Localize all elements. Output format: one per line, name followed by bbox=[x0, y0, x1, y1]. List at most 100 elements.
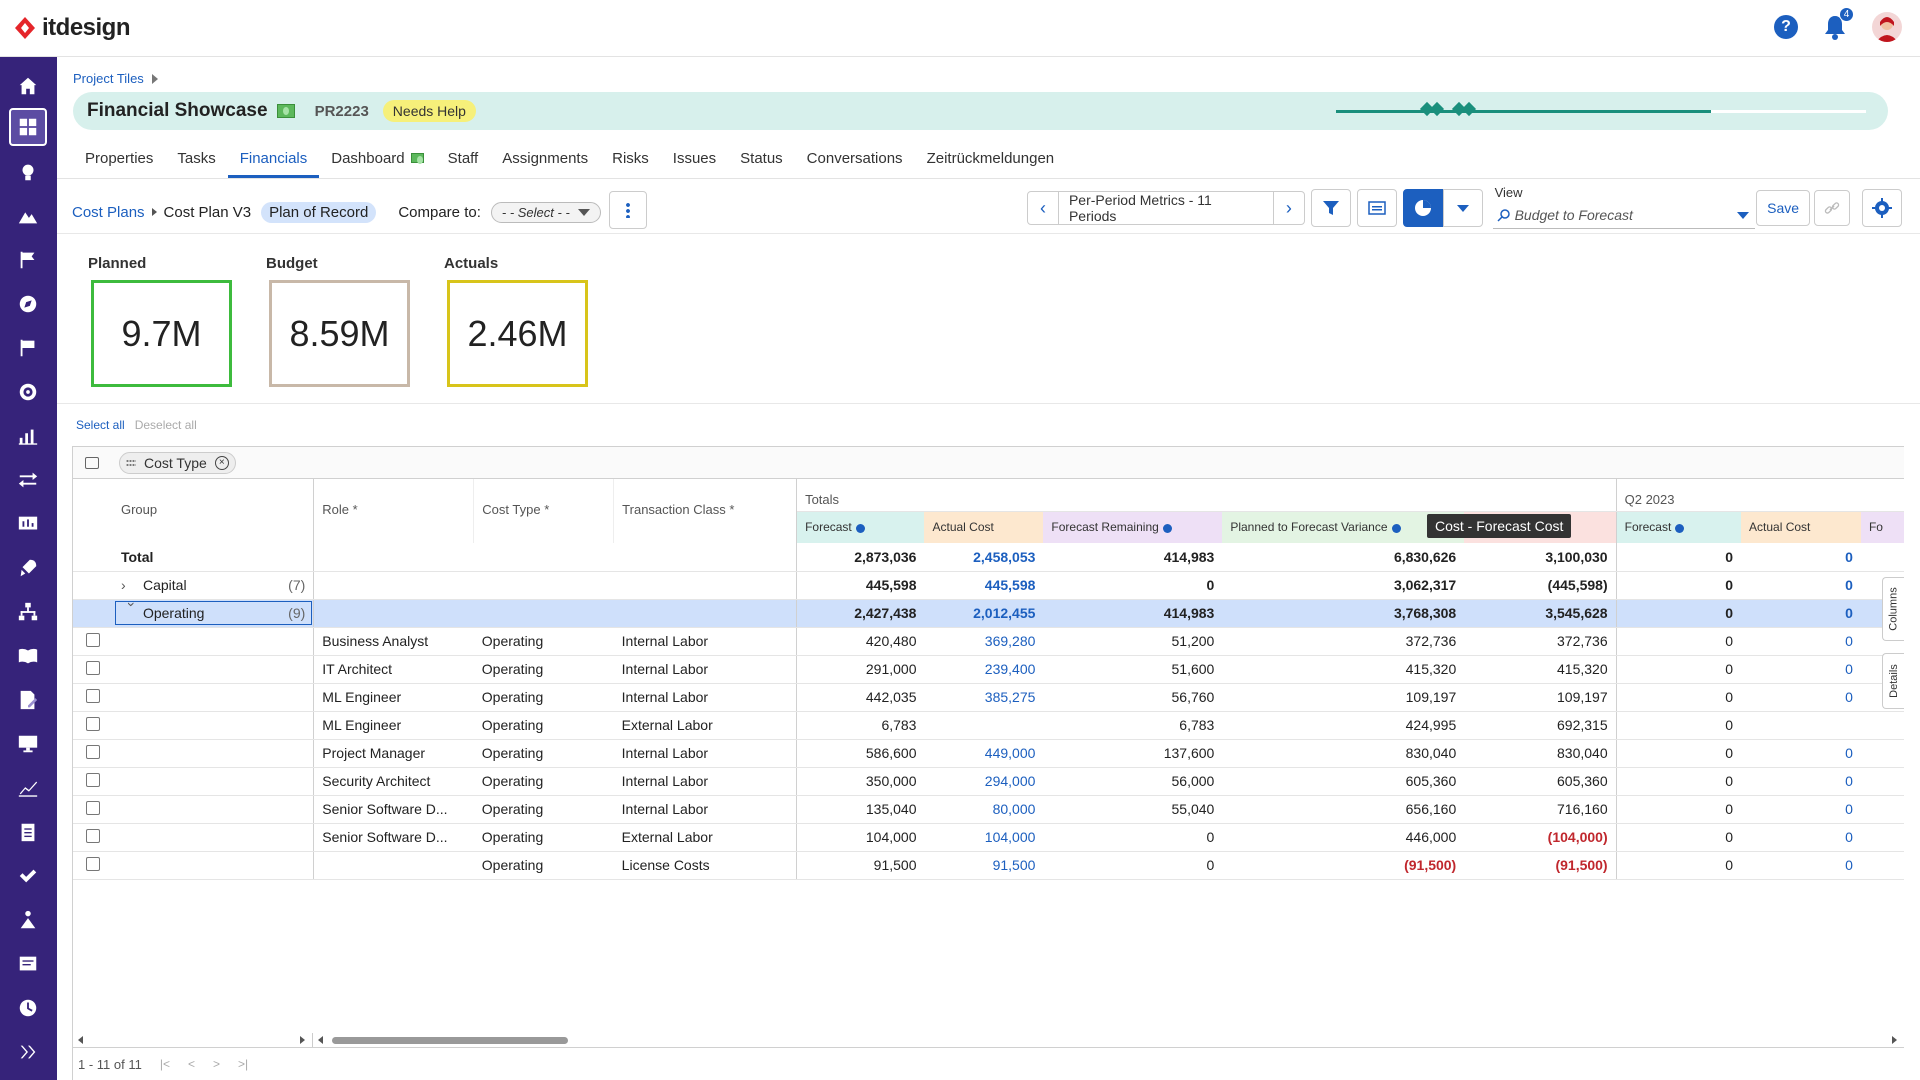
info-icon[interactable] bbox=[855, 523, 865, 533]
row-checkbox[interactable] bbox=[85, 856, 100, 871]
column-header-group[interactable]: Group bbox=[112, 479, 315, 543]
first-page-icon[interactable]: |< bbox=[160, 1057, 170, 1071]
tab-conversations[interactable]: Conversations bbox=[795, 148, 915, 178]
kpi-planned-value[interactable]: 9.7M bbox=[91, 280, 232, 387]
group-panel-icon[interactable] bbox=[85, 456, 99, 469]
last-page-icon[interactable]: >| bbox=[238, 1057, 248, 1071]
q2-actual-cell[interactable]: 0 bbox=[1741, 739, 1861, 768]
scroll-right-icon[interactable] bbox=[1892, 1036, 1897, 1044]
total-actual-cost[interactable]: 2,458,053 bbox=[924, 543, 1044, 572]
q2-actual-cell[interactable]: 0 bbox=[1741, 655, 1861, 684]
lightbulb-icon[interactable] bbox=[9, 153, 47, 191]
table-row[interactable]: Business Analyst Operating Internal Labor 4… bbox=[73, 627, 1904, 656]
actual-cost-cell[interactable]: 449,000 bbox=[924, 739, 1044, 768]
chevron-right-icon[interactable]: › bbox=[121, 577, 143, 593]
select-all-link[interactable]: Select all bbox=[76, 418, 125, 432]
target-icon[interactable] bbox=[9, 373, 47, 411]
flag-icon[interactable] bbox=[9, 241, 47, 279]
settings-button[interactable] bbox=[1862, 189, 1902, 227]
tab-properties[interactable]: Properties bbox=[73, 148, 165, 178]
cost-plans-link[interactable]: Cost Plans bbox=[72, 204, 145, 221]
scroll-left-icon[interactable] bbox=[78, 1036, 83, 1044]
table-row[interactable]: ML Engineer Operating Internal Labor 442,03… bbox=[73, 683, 1904, 712]
q2-actual-cell[interactable]: 0 bbox=[1741, 683, 1861, 712]
details-panel-tab[interactable]: Details bbox=[1882, 653, 1904, 709]
scrollbar-thumb[interactable] bbox=[332, 1037, 568, 1044]
compass-icon[interactable] bbox=[9, 285, 47, 323]
book-icon[interactable] bbox=[9, 637, 47, 675]
copy-link-button[interactable] bbox=[1814, 190, 1851, 226]
q2-actual-cell[interactable]: 0 bbox=[1741, 627, 1861, 656]
grid-view-button[interactable] bbox=[1356, 189, 1397, 227]
info-icon[interactable] bbox=[1391, 523, 1401, 533]
compare-select[interactable]: - - Select - - bbox=[490, 201, 601, 223]
checkbox-cell[interactable] bbox=[73, 823, 113, 852]
column-header-q2-next[interactable]: Fo bbox=[1860, 511, 1904, 543]
operating-group-cell[interactable]: ›Operating (9) bbox=[112, 599, 315, 628]
q2-actual-cell[interactable]: 0 bbox=[1741, 767, 1861, 796]
table-row[interactable]: IT Architect Operating Internal Labor 291,0… bbox=[73, 655, 1904, 684]
table-row[interactable]: Operating License Costs 91,500 91,500 0 (91,5… bbox=[73, 851, 1904, 880]
transfer-icon[interactable] bbox=[9, 461, 47, 499]
kpi-budget-value[interactable]: 8.59M bbox=[269, 280, 410, 387]
app-logo[interactable]: itdesign bbox=[14, 14, 131, 42]
more-options-button[interactable] bbox=[608, 191, 647, 229]
q2-actual-cell[interactable]: 0 bbox=[1741, 795, 1861, 824]
q2-actual-cell[interactable]: 0 bbox=[1741, 823, 1861, 852]
tab-staff[interactable]: Staff bbox=[436, 148, 491, 178]
org-tree-icon[interactable] bbox=[9, 901, 47, 939]
group-chip-cost-type[interactable]: Cost Type × bbox=[119, 451, 236, 474]
row-checkbox[interactable] bbox=[85, 688, 100, 703]
checkbox-cell[interactable] bbox=[73, 739, 113, 768]
help-icon[interactable]: ? bbox=[1774, 15, 1798, 39]
period-label[interactable]: Per-Period Metrics - 11 Periods bbox=[1057, 192, 1274, 224]
column-header-forecast-remaining[interactable]: Forecast Remaining bbox=[1043, 511, 1223, 543]
actual-cost-cell[interactable]: 385,275 bbox=[924, 683, 1044, 712]
bar-chart-icon[interactable] bbox=[9, 417, 47, 455]
clock-icon[interactable] bbox=[9, 989, 47, 1027]
mountain-icon[interactable] bbox=[9, 197, 47, 235]
total-row[interactable]: Total 2,873,036 2,458,053 414,983 6,830,… bbox=[73, 543, 1904, 572]
actual-cost-cell[interactable] bbox=[924, 711, 1044, 740]
checkbox-cell[interactable] bbox=[73, 795, 113, 824]
columns-panel-tab[interactable]: Columns bbox=[1882, 577, 1904, 641]
chart-view-button[interactable] bbox=[1402, 189, 1443, 227]
checkmark-icon[interactable] bbox=[9, 857, 47, 895]
actual-cost-cell[interactable]: 80,000 bbox=[924, 795, 1044, 824]
user-avatar[interactable] bbox=[1872, 12, 1902, 42]
tab-status[interactable]: Status bbox=[728, 148, 795, 178]
capital-group-cell[interactable]: › Capital (7) bbox=[112, 571, 315, 600]
scroll-left-icon[interactable] bbox=[318, 1036, 323, 1044]
remove-group-icon[interactable]: × bbox=[214, 455, 229, 470]
checkbox-cell[interactable] bbox=[73, 627, 113, 656]
expand-nav-icon[interactable] bbox=[9, 1033, 47, 1071]
operating-actual-cost[interactable]: 2,012,455 bbox=[924, 599, 1044, 628]
info-icon[interactable] bbox=[1675, 523, 1685, 533]
prev-page-icon[interactable]: < bbox=[188, 1057, 195, 1071]
table-row[interactable]: Project Manager Operating Internal Labor 58… bbox=[73, 739, 1904, 768]
row-checkbox[interactable] bbox=[85, 800, 100, 815]
notifications-button[interactable]: 4 bbox=[1822, 7, 1854, 41]
actual-cost-cell[interactable]: 369,280 bbox=[924, 627, 1044, 656]
chevron-left-icon[interactable]: ‹ bbox=[1028, 192, 1058, 224]
deselect-all-link[interactable]: Deselect all bbox=[135, 418, 197, 432]
monitor-icon[interactable] bbox=[9, 725, 47, 763]
tab-issues[interactable]: Issues bbox=[661, 148, 728, 178]
checkbox-cell[interactable] bbox=[73, 767, 113, 796]
tab-assignments[interactable]: Assignments bbox=[490, 148, 600, 178]
kpi-actuals-value[interactable]: 2.46M bbox=[447, 280, 588, 387]
drag-handle-icon[interactable] bbox=[126, 458, 136, 467]
actual-cost-cell[interactable]: 294,000 bbox=[924, 767, 1044, 796]
checkbox-cell[interactable] bbox=[73, 683, 113, 712]
column-header-q2-forecast[interactable]: Forecast bbox=[1616, 511, 1742, 543]
column-header-role[interactable]: Role * bbox=[313, 479, 475, 543]
row-checkbox[interactable] bbox=[85, 716, 100, 731]
save-view-button[interactable]: Save bbox=[1756, 190, 1811, 226]
table-row[interactable]: Senior Software D... Operating External La… bbox=[73, 823, 1904, 852]
checkbox-cell[interactable] bbox=[73, 711, 113, 740]
total-q2-actual[interactable]: 0 bbox=[1741, 543, 1861, 572]
capital-q2-actual[interactable]: 0 bbox=[1741, 571, 1861, 600]
tab-financials[interactable]: Financials bbox=[227, 148, 320, 178]
checkbox-cell[interactable] bbox=[73, 851, 113, 880]
table-row[interactable]: ML Engineer Operating External Labor 6,783 6… bbox=[73, 711, 1904, 740]
